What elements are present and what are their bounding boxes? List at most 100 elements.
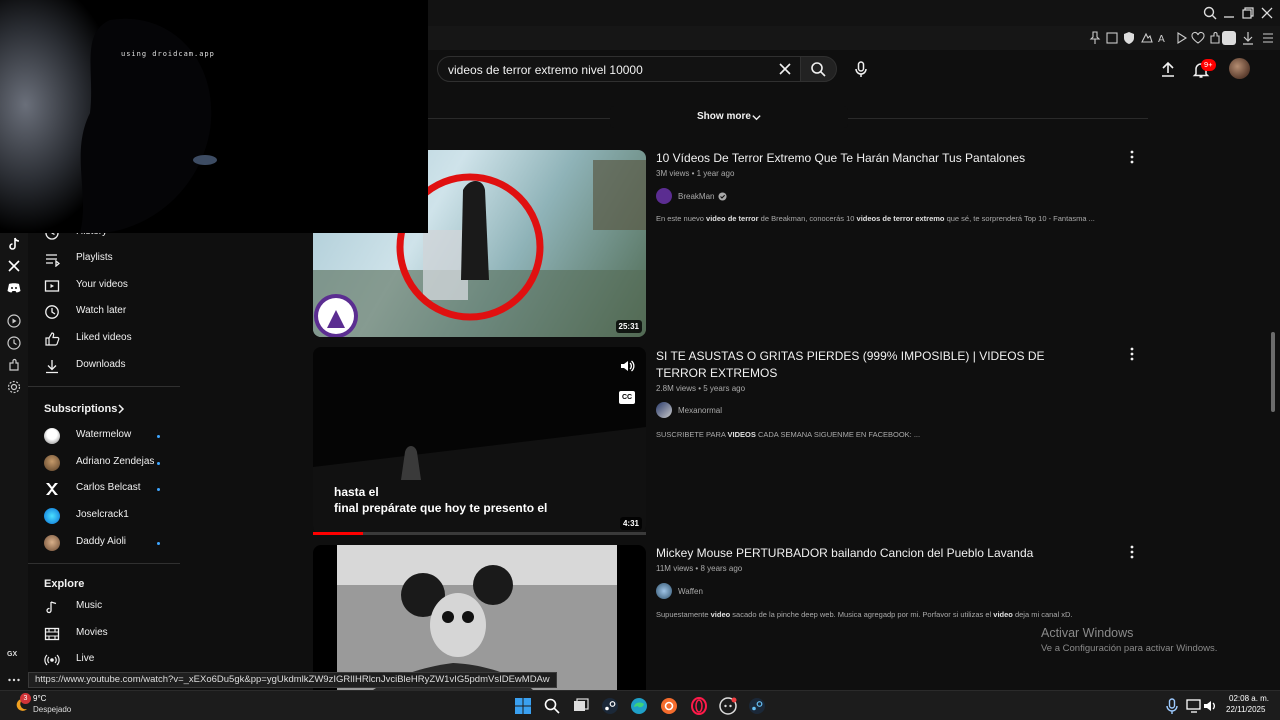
channel-name: BreakMan (678, 192, 715, 201)
search-box (437, 56, 801, 82)
taskbar-search-icon[interactable] (543, 697, 561, 715)
gx-label[interactable]: GX (7, 651, 17, 658)
discord-taskbar-icon[interactable] (719, 697, 737, 715)
subscription-item[interactable]: Joselcrack1 (28, 503, 180, 529)
steam-icon[interactable] (601, 697, 619, 715)
video-meta: 11M views • 8 years ago (656, 564, 743, 573)
avatar (656, 402, 672, 418)
weather-temperature[interactable]: 9°C (33, 694, 46, 703)
clock-date[interactable]: 22/11/2025 (1226, 705, 1265, 714)
video-thumbnail[interactable]: CC hasta el final prepárate que hoy te p… (313, 347, 646, 534)
discord-icon[interactable] (6, 280, 22, 296)
adblock-shield-icon[interactable] (1121, 30, 1137, 46)
share-icon[interactable] (1139, 30, 1155, 46)
sidebar-item-watch-later[interactable]: Watch later (28, 299, 180, 325)
activate-windows-subtitle: Ve a Configuración para activar Windows. (1041, 643, 1218, 654)
sidebar-item-label: Live (76, 653, 95, 664)
subscriptions-header[interactable]: Subscriptions (44, 403, 125, 415)
edge-icon[interactable] (630, 697, 648, 715)
webcam-overlay: using droidcam.app (0, 0, 428, 233)
live-icon (44, 652, 60, 668)
tiktok-icon[interactable] (6, 236, 22, 252)
download-icon (44, 358, 60, 374)
browser-menu-icon[interactable] (1260, 30, 1276, 46)
more-actions-icon[interactable] (1128, 150, 1136, 164)
download-manager-icon[interactable] (1240, 30, 1256, 46)
steam-client-icon[interactable] (748, 697, 766, 715)
page-scrollbar[interactable] (1271, 332, 1275, 412)
subscription-item[interactable]: Adriano Zendejas (28, 450, 180, 476)
history-sidebar-icon[interactable] (6, 335, 22, 351)
task-view-icon[interactable] (572, 697, 590, 715)
more-actions-icon[interactable] (1128, 347, 1136, 361)
search-button[interactable] (800, 56, 837, 82)
watch-later-icon (44, 304, 60, 320)
captions-icon[interactable]: CC (619, 391, 635, 404)
windows-taskbar: 3 9°C Despejado 02:08 a. m. 22/11/2025 (0, 690, 1280, 720)
x-twitter-icon[interactable] (6, 258, 22, 274)
video-title[interactable]: Mickey Mouse PERTURBADOR bailando Cancio… (656, 545, 1096, 562)
channel-link[interactable]: Waffen (656, 583, 776, 599)
more-options-icon[interactable] (6, 672, 22, 688)
sidebar-item-movies[interactable]: Movies (28, 621, 180, 647)
sidebar-item-your-videos[interactable]: Your videos (28, 273, 180, 299)
close-window-icon[interactable] (1259, 5, 1275, 21)
windows-start-icon[interactable] (514, 697, 532, 715)
upload-icon[interactable] (1160, 61, 1176, 77)
volume-icon[interactable] (619, 358, 635, 374)
voice-search-icon[interactable] (852, 60, 870, 78)
channel-link[interactable]: Mexanormal (656, 402, 776, 418)
video-thumbnail[interactable] (313, 545, 646, 690)
caption-line: final prepárate que hoy te presento el (334, 501, 548, 515)
browser-search-icon[interactable] (1202, 5, 1218, 21)
translate-icon[interactable]: A (1156, 30, 1172, 46)
network-tray-icon[interactable] (1185, 697, 1201, 715)
video-description: En este nuevo video de terror de Breakma… (656, 214, 1095, 223)
clear-search-icon[interactable] (778, 62, 792, 76)
weather-description[interactable]: Despejado (33, 705, 71, 714)
player-sidebar-icon[interactable] (6, 313, 22, 329)
sidebar-divider (28, 386, 180, 387)
microphone-tray-icon[interactable] (1163, 697, 1178, 715)
sidebar-item-playlists[interactable]: Playlists (28, 246, 180, 272)
new-content-dot (157, 435, 160, 438)
player-icon[interactable] (1173, 30, 1189, 46)
new-content-dot (157, 462, 160, 465)
minimize-icon[interactable] (1221, 5, 1237, 21)
channel-link[interactable]: BreakMan (656, 188, 776, 204)
sidebar-item-label: Playlists (76, 252, 113, 263)
extensions-sidebar-icon[interactable] (6, 357, 22, 373)
show-more-button[interactable]: Show more (610, 106, 848, 128)
sidebar-item-music[interactable]: Music (28, 594, 180, 620)
avatar (656, 583, 672, 599)
avatar (44, 455, 60, 471)
more-actions-icon[interactable] (1128, 545, 1136, 559)
video-title[interactable]: 10 Vídeos De Terror Extremo Que Te Harán… (656, 150, 1096, 167)
subscription-item[interactable]: Watermelow (28, 423, 180, 449)
user-avatar[interactable] (1229, 58, 1250, 79)
clock-time[interactable]: 02:08 a. m. (1229, 694, 1269, 703)
avatar (44, 535, 60, 551)
video-title[interactable]: SI TE ASUSTAS O GRITAS PIERDES (999% IMP… (656, 348, 1096, 382)
heart-icon[interactable] (1190, 30, 1206, 46)
restore-icon[interactable] (1240, 5, 1256, 21)
search-input[interactable] (448, 61, 768, 79)
opera-gx-icon[interactable] (690, 697, 708, 715)
notification-badge: 9+ (1201, 59, 1216, 71)
subscription-item[interactable]: Carlos Belcast (28, 476, 180, 502)
profile-extension-icon[interactable] (1221, 30, 1237, 46)
snapshot-icon[interactable] (1104, 30, 1120, 46)
activate-windows-title: Activar Windows (1041, 626, 1134, 640)
video-description: SUSCRIBETE PARA VIDEOS CADA SEMANA SIGUE… (656, 430, 921, 439)
sidebar-item-live[interactable]: Live (28, 647, 180, 673)
origin-icon[interactable] (660, 697, 678, 715)
volume-tray-icon[interactable] (1202, 697, 1216, 715)
sidebar-item-label: Movies (76, 627, 108, 638)
sidebar-item-liked-videos[interactable]: Liked videos (28, 326, 180, 352)
pin-icon[interactable] (1087, 30, 1103, 46)
subscription-item[interactable]: Daddy Aioli (28, 530, 180, 556)
sidebar-item-label: Liked videos (76, 332, 132, 343)
sidebar-item-downloads[interactable]: Downloads (28, 353, 180, 379)
settings-icon[interactable] (6, 379, 22, 395)
new-content-dot (157, 542, 160, 545)
